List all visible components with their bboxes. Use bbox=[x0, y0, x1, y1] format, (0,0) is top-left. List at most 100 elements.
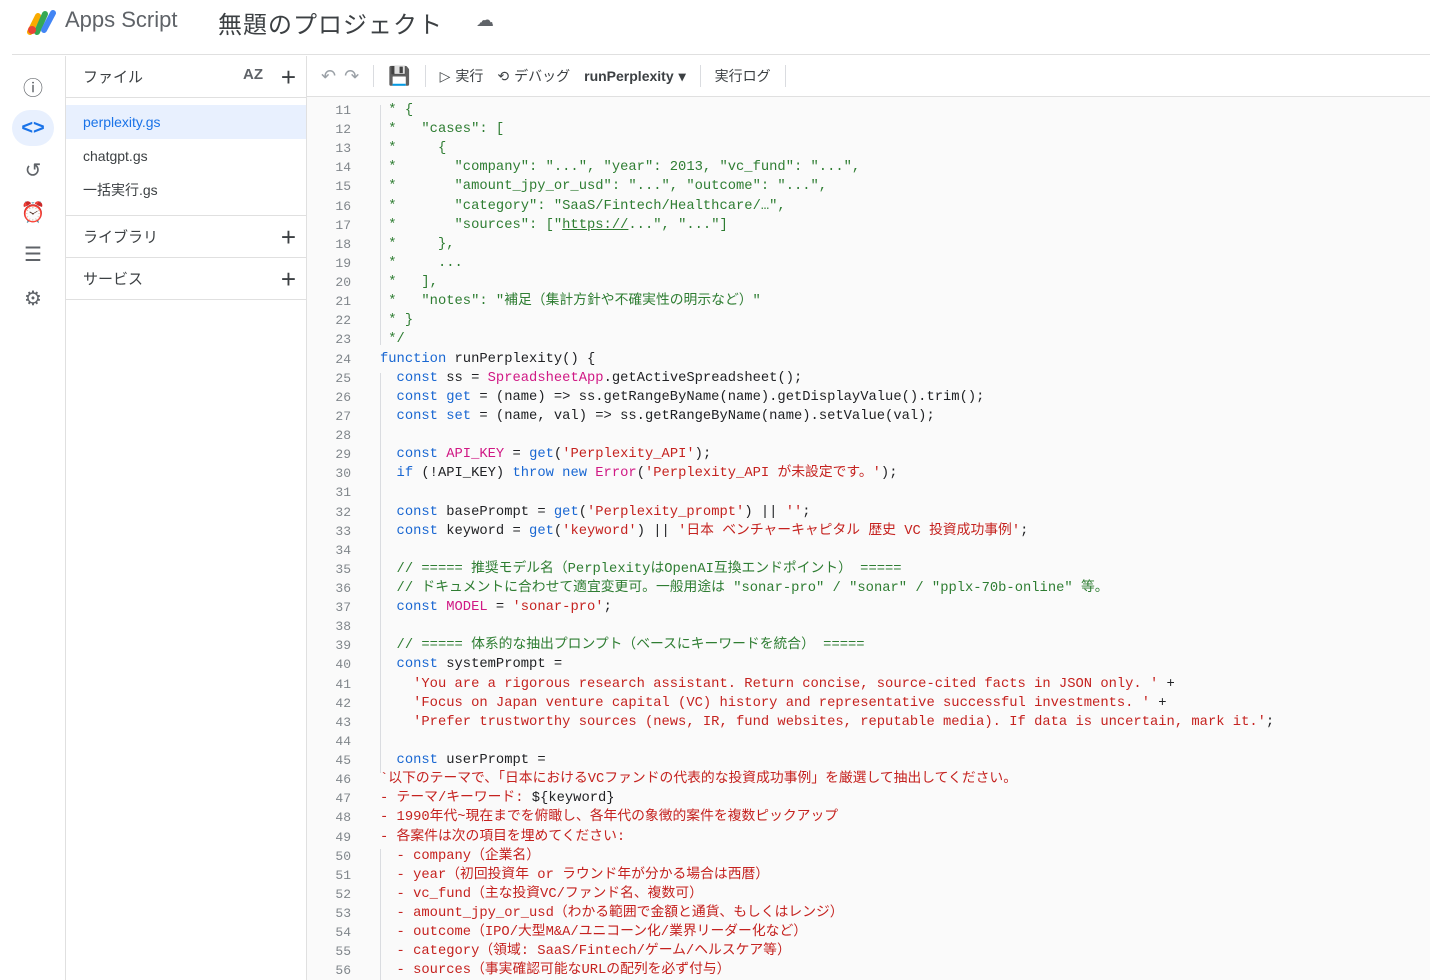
code-line[interactable]: 42 'Focus on Japan venture capital (VC) … bbox=[307, 694, 1166, 713]
code-token: 'Prefer trustworthy sources (news, IR, f… bbox=[380, 714, 1266, 730]
code-line[interactable]: 31 bbox=[307, 483, 351, 502]
code-line[interactable]: 48 - 1990年代~現在までを俯瞰し、各年代の象徴的案件を複数ピックアップ bbox=[307, 808, 838, 827]
line-number: 20 bbox=[335, 275, 351, 291]
file-item[interactable]: chatgpt.gs bbox=[66, 139, 306, 173]
code-line[interactable]: 34 bbox=[307, 541, 351, 560]
code-line[interactable]: 15 * "amount_jpy_or_usd": "...", "outcom… bbox=[307, 177, 827, 196]
code-line[interactable]: 55 - category（領域: SaaS/Fintech/ゲーム/ヘルスケア… bbox=[307, 942, 790, 961]
code-line[interactable]: 35 // ===== 推奨モデル名（PerplexityはOpenAI互換エン… bbox=[307, 560, 901, 579]
add-library-button[interactable]: + bbox=[281, 222, 296, 253]
line-number: 21 bbox=[335, 294, 351, 310]
code-line[interactable]: 40 const systemPrompt = bbox=[307, 655, 562, 674]
undo-icon[interactable]: ↶ bbox=[321, 66, 336, 87]
line-number: 47 bbox=[335, 791, 351, 807]
add-service-button[interactable]: + bbox=[281, 264, 296, 295]
save-icon[interactable]: 💾 bbox=[388, 66, 410, 87]
code-line[interactable]: 11 * { bbox=[307, 101, 413, 120]
code-token: - year（初回投資年 or ラウンド年が分かる場合は西暦） bbox=[380, 867, 770, 883]
code-line[interactable]: 19 * ... bbox=[307, 254, 462, 273]
project-title[interactable]: 無題のプロジェクト bbox=[218, 5, 443, 40]
code-line[interactable]: 21 * "notes": "補足（集計方針や不確実性の明示など）" bbox=[307, 292, 760, 311]
code-token: ); bbox=[694, 447, 712, 463]
code-line[interactable]: 38 bbox=[307, 617, 351, 636]
code-token: const bbox=[380, 657, 438, 673]
file-item[interactable]: perplexity.gs bbox=[66, 105, 306, 139]
services-label: サービス bbox=[83, 271, 144, 288]
code-text: 'Prefer trustworthy sources (news, IR, f… bbox=[380, 713, 1274, 732]
line-number: 39 bbox=[335, 638, 351, 654]
code-line[interactable]: 20 * ], bbox=[307, 273, 438, 292]
code-token: API_KEY bbox=[437, 447, 505, 463]
code-line[interactable]: 14 * "company": "...", "year": 2013, "vc… bbox=[307, 158, 860, 177]
sort-az-icon[interactable]: AZ bbox=[243, 66, 263, 83]
code-line[interactable]: 47 - テーマ/キーワード: ${keyword} bbox=[307, 789, 614, 808]
line-number: 51 bbox=[335, 867, 351, 883]
code-line[interactable]: 30 if (!API_KEY) throw new Error('Perple… bbox=[307, 464, 897, 483]
history-icon[interactable]: ↺ bbox=[12, 152, 54, 188]
code-token: * "category": "SaaS/Fintech/Healthcare/…… bbox=[380, 198, 786, 214]
code-line[interactable]: 28 bbox=[307, 426, 351, 445]
code-text: if (!API_KEY) throw new Error('Perplexit… bbox=[380, 464, 898, 483]
add-file-button[interactable]: + bbox=[281, 62, 296, 93]
code-token: = bbox=[487, 600, 513, 616]
code-text: - sources（事実確認可能なURLの配列を必ず付与） bbox=[380, 961, 731, 980]
code-line[interactable]: 13 * { bbox=[307, 139, 446, 158]
code-line[interactable]: 17 * "sources": ["https://...", "..."] bbox=[307, 216, 727, 235]
code-line[interactable]: 46 `以下のテーマで、「日本におけるVCファンドの代表的な投資成功事例」を厳選し… bbox=[307, 770, 1017, 789]
code-line[interactable]: 43 'Prefer trustworthy sources (news, IR… bbox=[307, 713, 1274, 732]
code-editor[interactable]: 11 * {12 * "cases": [13 * {14 * "company… bbox=[307, 97, 1430, 980]
code-line[interactable]: 56 - sources（事実確認可能なURLの配列を必ず付与） bbox=[307, 961, 730, 980]
run-button[interactable]: ▷ 実行 bbox=[440, 66, 484, 86]
code-token: - amount_jpy_or_usd（わかる範囲で金額と通貨、もしくはレンジ） bbox=[380, 906, 844, 922]
code-line[interactable]: 36 // ドキュメントに合わせて適宜変更可。一般用途は "sonar-pro"… bbox=[307, 579, 1108, 598]
code-line[interactable]: 24 function runPerplexity() { bbox=[307, 350, 595, 369]
code-text: - 1990年代~現在までを俯瞰し、各年代の象徴的案件を複数ピックアップ bbox=[380, 808, 838, 827]
code-line[interactable]: 49 - 各案件は次の項目を埋めてください: bbox=[307, 828, 625, 847]
execution-log-button[interactable]: 実行ログ bbox=[715, 66, 771, 86]
code-line[interactable]: 22 * } bbox=[307, 311, 413, 330]
code-line[interactable]: 33 const keyword = get('keyword') || '日本… bbox=[307, 522, 1028, 541]
code-token: - outcome（IPO/大型M&A/ユニコーン化/業界リーダー化など） bbox=[380, 925, 808, 941]
code-line[interactable]: 25 const ss = SpreadsheetApp.getActiveSp… bbox=[307, 369, 802, 388]
redo-icon[interactable]: ↷ bbox=[344, 66, 359, 87]
code-text: - outcome（IPO/大型M&A/ユニコーン化/業界リーダー化など） bbox=[380, 923, 808, 942]
settings-gear-icon[interactable]: ⚙ bbox=[12, 280, 54, 316]
code-token: runPerplexity() { bbox=[446, 351, 596, 367]
function-select[interactable]: runPerplexity ▾ bbox=[584, 68, 686, 85]
code-token: ( bbox=[636, 466, 645, 482]
line-number: 38 bbox=[335, 619, 351, 635]
code-text: * "company": "...", "year": 2013, "vc_fu… bbox=[380, 158, 860, 177]
code-line[interactable]: 12 * "cases": [ bbox=[307, 120, 504, 139]
code-line[interactable]: 32 const basePrompt = get('Perplexity_pr… bbox=[307, 503, 810, 522]
debug-button[interactable]: ⟲ デバッグ bbox=[497, 66, 570, 86]
code-line[interactable]: 45 const userPrompt = bbox=[307, 751, 545, 770]
code-line[interactable]: 51 - year（初回投資年 or ラウンド年が分かる場合は西暦） bbox=[307, 866, 769, 885]
overview-info-icon[interactable]: ⓘ bbox=[12, 68, 54, 104]
code-line[interactable]: 54 - outcome（IPO/大型M&A/ユニコーン化/業界リーダー化など） bbox=[307, 923, 807, 942]
code-line[interactable]: 27 const set = (name, val) => ss.getRang… bbox=[307, 407, 934, 426]
code-line[interactable]: 52 - vc_fund（主な投資VC/ファンド名、複数可） bbox=[307, 885, 702, 904]
code-line[interactable]: 41 'You are a rigorous research assistan… bbox=[307, 675, 1174, 694]
code-text: - category（領域: SaaS/Fintech/ゲーム/ヘルスケア等） bbox=[380, 942, 791, 961]
file-list: perplexity.gs chatgpt.gs 一括実行.gs bbox=[66, 98, 306, 216]
code-line[interactable]: 44 bbox=[307, 732, 351, 751]
code-line[interactable]: 18 * }, bbox=[307, 235, 454, 254]
triggers-alarm-icon[interactable]: ⏰ bbox=[12, 194, 54, 230]
executions-list-icon[interactable]: ☰ bbox=[12, 236, 54, 272]
code-line[interactable]: 26 const get = (name) => ss.getRangeByNa… bbox=[307, 388, 984, 407]
code-line[interactable]: 39 // ===== 体系的な抽出プロンプト（ベースにキーワードを統合） ==… bbox=[307, 636, 864, 655]
divider bbox=[373, 65, 375, 87]
code-line[interactable]: 50 - company（企業名） bbox=[307, 847, 540, 866]
code-line[interactable]: 29 const API_KEY = get('Perplexity_API')… bbox=[307, 445, 711, 464]
libraries-section: ライブラリ + bbox=[66, 216, 306, 258]
code-line[interactable]: 23 */ bbox=[307, 330, 404, 349]
code-line[interactable]: 16 * "category": "SaaS/Fintech/Healthcar… bbox=[307, 197, 785, 216]
code-token: 'sonar-pro' bbox=[512, 600, 604, 616]
code-line[interactable]: 53 - amount_jpy_or_usd（わかる範囲で金額と通貨、もしくはレ… bbox=[307, 904, 843, 923]
line-number: 54 bbox=[335, 925, 351, 941]
code-line[interactable]: 37 const MODEL = 'sonar-pro'; bbox=[307, 598, 611, 617]
file-item[interactable]: 一括実行.gs bbox=[66, 173, 306, 207]
code-token: * ], bbox=[380, 275, 438, 291]
line-number: 49 bbox=[335, 829, 351, 845]
editor-code-icon[interactable]: <> bbox=[12, 110, 54, 146]
